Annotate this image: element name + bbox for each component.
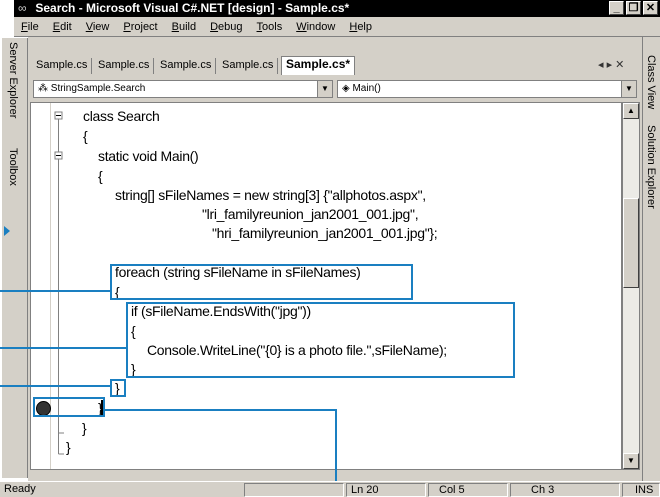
minimize-button[interactable]: _ — [609, 1, 624, 15]
doc-tab-1[interactable]: Sample.cs — [32, 58, 93, 74]
window-controls: _ ❐ ✕ — [609, 1, 658, 16]
menu-help[interactable]: Help — [342, 21, 379, 33]
tab-class-view[interactable]: Class View — [645, 55, 657, 109]
restore-button[interactable]: ❐ — [626, 1, 641, 15]
code-line[interactable]: } — [66, 439, 71, 455]
code-line[interactable]: "lri_familyreunion_jan2001_001.jpg", — [202, 206, 419, 222]
status-bar: Ready Ln 20 Col 5 Ch 3 INS — [0, 481, 660, 497]
chevron-down-icon[interactable]: ▼ — [621, 81, 636, 97]
closing-brace-callout-box — [110, 379, 126, 397]
scroll-up-icon[interactable]: ▲ — [623, 103, 639, 119]
close-button[interactable]: ✕ — [643, 1, 658, 15]
chevron-down-icon[interactable]: ▼ — [317, 81, 332, 97]
menu-tools[interactable]: Tools — [250, 21, 290, 33]
doc-tab-4[interactable]: Sample.cs — [218, 58, 279, 74]
code-line[interactable]: class Search — [83, 108, 160, 124]
menu-bar: File Edit View Project Build Debug Tools… — [14, 17, 660, 37]
callout-line — [105, 409, 337, 411]
menu-view[interactable]: View — [79, 21, 117, 33]
window-title: Search - Microsoft Visual C#.NET [design… — [35, 1, 350, 15]
status-column: Col 5 — [428, 483, 508, 497]
tab-toolbox[interactable]: Toolbox — [7, 148, 19, 186]
tab-navigation-icons[interactable]: ◂ ▸ ✕ — [598, 58, 624, 71]
menu-edit[interactable]: Edit — [46, 21, 79, 33]
foreach-callout-box — [110, 264, 413, 300]
doc-tab-active[interactable]: Sample.cs* — [281, 56, 356, 75]
status-panel-empty — [244, 483, 344, 497]
doc-tab-2[interactable]: Sample.cs — [94, 58, 155, 74]
arrow-marker-icon — [4, 226, 10, 236]
code-line[interactable]: { — [83, 128, 88, 144]
if-callout-box — [126, 302, 515, 378]
member-dropdown-value: Main() — [352, 83, 381, 94]
document-tab-strip: Sample.cs Sample.cs Sample.cs Sample.cs … — [30, 55, 640, 75]
status-ready: Ready — [4, 483, 36, 495]
member-dropdown[interactable]: ◈ Main() ▼ — [337, 80, 637, 98]
navigation-bar: ⁂ StringSample.Search ▼ ◈ Main() ▼ — [30, 76, 640, 100]
code-line[interactable]: string[] sFileNames = new string[3] {"al… — [115, 187, 426, 203]
code-line[interactable]: { — [98, 168, 103, 184]
menu-project[interactable]: Project — [116, 21, 164, 33]
code-line[interactable]: "hri_familyreunion_jan2001_001.jpg"}; — [212, 225, 438, 241]
class-icon: ⁂ — [38, 83, 51, 94]
right-tool-tabs: Class View Solution Explorer — [642, 37, 660, 481]
callout-line — [0, 347, 128, 349]
breakpoint-callout-box — [33, 397, 105, 417]
method-icon: ◈ — [342, 83, 353, 94]
tab-solution-explorer[interactable]: Solution Explorer — [645, 125, 657, 209]
title-bar: ∞ Search - Microsoft Visual C#.NET [desi… — [14, 0, 660, 17]
status-ins: INS — [622, 483, 660, 497]
callout-line — [0, 385, 112, 387]
tab-server-explorer[interactable]: Server Explorer — [7, 42, 19, 118]
class-dropdown-value: StringSample.Search — [50, 83, 146, 94]
menu-file[interactable]: File — [14, 21, 46, 33]
code-line[interactable]: } — [82, 420, 87, 436]
menu-debug[interactable]: Debug — [203, 21, 249, 33]
callout-line — [0, 290, 112, 292]
status-char: Ch 3 — [510, 483, 620, 497]
menu-build[interactable]: Build — [165, 21, 203, 33]
vertical-scrollbar[interactable]: ▲ ▼ — [622, 102, 640, 470]
doc-tab-3[interactable]: Sample.cs — [156, 58, 217, 74]
app-icon: ∞ — [18, 1, 27, 15]
status-line: Ln 20 — [346, 483, 426, 497]
scroll-thumb[interactable] — [623, 198, 639, 288]
code-line[interactable]: static void Main() — [98, 148, 199, 164]
menu-window[interactable]: Window — [289, 21, 342, 33]
class-dropdown[interactable]: ⁂ StringSample.Search ▼ — [33, 80, 333, 98]
scroll-down-icon[interactable]: ▼ — [623, 453, 639, 469]
left-tool-tabs: Server Explorer Toolbox — [2, 38, 28, 478]
